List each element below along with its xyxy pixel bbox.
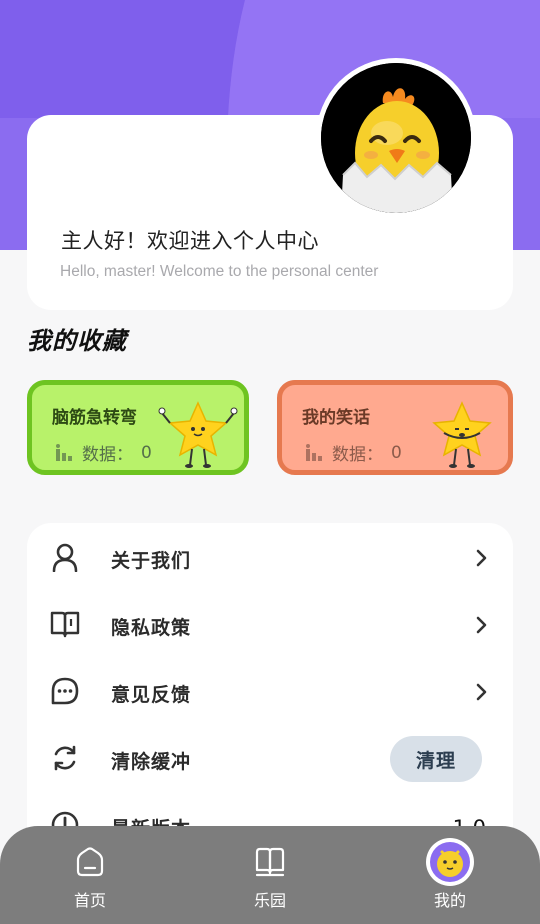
chevron-right-icon (476, 549, 487, 567)
menu-item-label: 关于我们 (111, 550, 192, 572)
chevron-right-icon (476, 683, 487, 701)
home-icon (76, 847, 104, 877)
favorite-card-stat: 数据： 0 (54, 440, 152, 465)
tab-label: 乐园 (253, 891, 286, 910)
avatar-icon (426, 838, 474, 886)
stat-count: 0 (391, 442, 402, 463)
bottom-tab-bar: 首页 乐园 我的 (0, 826, 540, 924)
user-avatar[interactable] (316, 58, 476, 218)
favorite-card-title: 脑筋急转弯 (52, 408, 137, 428)
menu-item-privacy[interactable]: 隐私政策 (27, 593, 513, 653)
user-icon (52, 543, 78, 572)
menu-item-label: 清除缓冲 (111, 751, 192, 773)
clear-cache-button[interactable]: 清理 (390, 736, 482, 782)
book-open-icon (255, 847, 285, 877)
tab-label: 我的 (433, 891, 466, 910)
menu-item-clear-cache: 清除缓冲 清理 (27, 727, 513, 787)
chat-icon (51, 677, 79, 705)
favorite-card-jokes[interactable]: 我的笑话 数据： 0 (277, 380, 513, 475)
favorite-card-riddles[interactable]: 脑筋急转弯 数据： 0 (27, 380, 249, 475)
menu-item-label: 隐私政策 (111, 617, 192, 639)
star-mascot-icon (158, 401, 238, 468)
favorite-card-stat: 数据： 0 (304, 440, 402, 465)
menu-item-about[interactable]: 关于我们 (27, 526, 513, 586)
tab-label: 首页 (73, 891, 106, 910)
book-icon (50, 611, 80, 638)
stat-count: 0 (141, 442, 152, 463)
menu-item-label: 意见反馈 (111, 684, 192, 706)
bar-chart-icon (56, 443, 72, 461)
greeting-text: 主人好！欢迎进入个人中心 (61, 229, 319, 253)
chevron-right-icon (476, 616, 487, 634)
settings-menu: 关于我们 隐私政策 意见反馈 清除缓冲 清理 (27, 523, 513, 863)
refresh-icon (54, 745, 76, 771)
menu-item-feedback[interactable]: 意见反馈 (27, 660, 513, 720)
bar-chart-icon (306, 443, 322, 461)
favorite-card-title: 我的笑话 (302, 408, 370, 428)
star-mascot-icon (432, 401, 492, 468)
favorites-title: 我的收藏 (27, 327, 127, 355)
chick-avatar-icon (321, 63, 471, 213)
stat-label: 数据： (332, 445, 383, 465)
greeting-subtext: Hello, master! Welcome to the personal c… (60, 263, 379, 280)
stat-label: 数据： (82, 445, 133, 465)
tab-mine[interactable]: 我的 (405, 838, 495, 914)
tab-park[interactable]: 乐园 (225, 844, 315, 914)
tab-home[interactable]: 首页 (45, 844, 135, 914)
